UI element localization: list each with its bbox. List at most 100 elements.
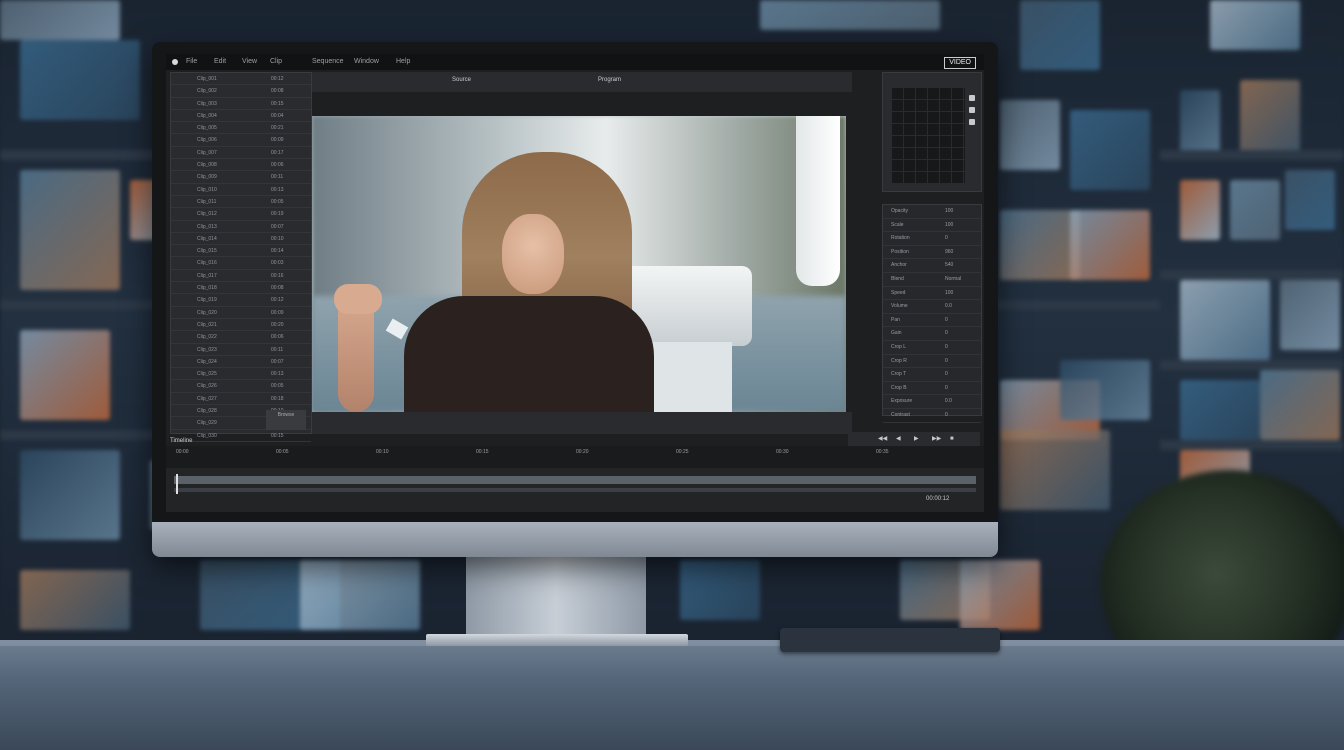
property-row[interactable]: Scale 100 bbox=[883, 219, 981, 233]
property-row[interactable]: Contrast 0 bbox=[883, 409, 981, 423]
property-row[interactable]: Crop T 0 bbox=[883, 368, 981, 382]
media-list-item[interactable]: Clip_023 00:11 bbox=[171, 344, 311, 356]
audio-track[interactable] bbox=[174, 488, 976, 492]
media-item-duration: 00:05 bbox=[271, 383, 284, 390]
property-row[interactable]: Exposure 0.0 bbox=[883, 395, 981, 409]
media-list-item[interactable]: Clip_008 00:06 bbox=[171, 159, 311, 172]
media-list-item[interactable]: Clip_013 00:07 bbox=[171, 221, 311, 233]
property-row[interactable]: Pan 0 bbox=[883, 314, 981, 328]
media-list-item[interactable]: Clip_009 00:11 bbox=[171, 171, 311, 184]
apple-icon[interactable] bbox=[172, 59, 178, 65]
transport-button[interactable]: ◀◀ bbox=[878, 432, 887, 446]
property-value[interactable]: 960 bbox=[945, 249, 953, 255]
menu-item[interactable]: Help bbox=[396, 54, 410, 70]
property-value[interactable]: Normal bbox=[945, 276, 961, 282]
media-list-item[interactable]: Clip_022 00:06 bbox=[171, 331, 311, 344]
media-list-item[interactable]: Clip_015 00:14 bbox=[171, 245, 311, 258]
menu-item[interactable]: Sequence bbox=[312, 54, 344, 70]
property-row[interactable]: Crop L 0 bbox=[883, 341, 981, 355]
source-tab[interactable]: Source bbox=[452, 74, 471, 86]
media-item-duration: 00:06 bbox=[271, 162, 284, 169]
menu-item[interactable]: File bbox=[186, 54, 197, 70]
media-list-item[interactable]: Clip_006 00:09 bbox=[171, 134, 311, 147]
transport-button[interactable]: ◀ bbox=[896, 432, 901, 446]
media-browser-panel: Clip_001 00:12 Clip_002 00:08 Clip_003 00:15 C… bbox=[170, 72, 312, 442]
property-row[interactable]: Blend Normal bbox=[883, 273, 981, 287]
menu-item[interactable]: Edit bbox=[214, 54, 226, 70]
monitor-stand-base bbox=[426, 634, 688, 646]
property-row[interactable]: Crop R 0 bbox=[883, 355, 981, 369]
property-value[interactable]: 100 bbox=[945, 222, 953, 228]
property-value[interactable]: 0 bbox=[945, 371, 948, 377]
property-row[interactable]: Anchor 540 bbox=[883, 259, 981, 273]
property-row[interactable]: Speed 100 bbox=[883, 287, 981, 301]
media-list-item[interactable]: Clip_019 00:12 bbox=[171, 294, 311, 307]
media-list-item[interactable]: Clip_003 00:15 bbox=[171, 98, 311, 110]
media-list-item[interactable]: Clip_025 00:13 bbox=[171, 368, 311, 381]
media-list-item[interactable]: Clip_016 00:03 bbox=[171, 257, 311, 270]
property-row[interactable]: Opacity 100 bbox=[883, 205, 981, 219]
media-list-item[interactable]: Clip_020 00:09 bbox=[171, 307, 311, 319]
property-value[interactable]: 0 bbox=[945, 344, 948, 350]
ruler-tick-label: 00:25 bbox=[676, 449, 689, 455]
media-item-duration: 00:13 bbox=[271, 186, 284, 193]
media-list-item[interactable]: Clip_011 00:05 bbox=[171, 196, 311, 209]
media-list-item[interactable]: Clip_012 00:19 bbox=[171, 208, 311, 221]
background-shelf bbox=[0, 430, 160, 440]
property-row[interactable]: Position 960 bbox=[883, 246, 981, 260]
property-row[interactable]: Crop B 0 bbox=[883, 382, 981, 396]
viewer-header: Source Program bbox=[312, 72, 852, 92]
media-list-item[interactable]: Clip_018 00:08 bbox=[171, 282, 311, 295]
video-track[interactable] bbox=[174, 476, 976, 484]
scope-settings-icon[interactable] bbox=[969, 95, 975, 101]
media-list-item[interactable]: Clip_007 00:17 bbox=[171, 147, 311, 160]
property-row[interactable]: Gain 0 bbox=[883, 327, 981, 341]
background-screen-tile bbox=[1260, 370, 1340, 440]
media-list-item[interactable]: Clip_024 00:07 bbox=[171, 356, 311, 369]
waveform-scope bbox=[891, 87, 965, 183]
media-list-item[interactable]: Clip_002 00:08 bbox=[171, 85, 311, 98]
property-value[interactable]: 0 bbox=[945, 330, 948, 336]
background-screen-tile bbox=[1020, 0, 1100, 70]
program-monitor-viewer[interactable] bbox=[312, 116, 846, 412]
transport-button[interactable]: ▶ bbox=[914, 432, 919, 446]
timecode-display: 00:00:12 bbox=[926, 496, 950, 502]
menu-item[interactable]: Clip bbox=[270, 54, 282, 70]
property-value[interactable]: 0 bbox=[945, 317, 948, 323]
scope-zoom-icon[interactable] bbox=[969, 119, 975, 125]
media-list-item[interactable]: Clip_026 00:05 bbox=[171, 380, 311, 393]
media-list-item[interactable]: Clip_005 00:21 bbox=[171, 122, 311, 135]
program-tab[interactable]: Program bbox=[598, 74, 621, 86]
media-item-name: Clip_022 bbox=[197, 334, 217, 341]
property-value[interactable]: 0 bbox=[945, 235, 948, 241]
menu-item[interactable]: View bbox=[242, 54, 257, 70]
media-list-item[interactable]: Clip_017 00:16 bbox=[171, 270, 311, 283]
media-list-item[interactable]: Clip_001 00:12 bbox=[171, 73, 311, 86]
property-value[interactable]: 0.0 bbox=[945, 398, 952, 404]
property-value[interactable]: 100 bbox=[945, 290, 953, 296]
property-row[interactable]: Volume 0.0 bbox=[883, 300, 981, 314]
property-value[interactable]: 540 bbox=[945, 262, 953, 268]
media-item-name: Clip_024 bbox=[197, 358, 217, 365]
transport-button[interactable]: ▶▶ bbox=[932, 432, 941, 446]
editor-screen: VIDEO File Edit View Clip Sequence Window Help… bbox=[166, 54, 984, 512]
browse-button[interactable]: Browse bbox=[266, 410, 306, 430]
playhead[interactable] bbox=[176, 474, 178, 494]
property-value[interactable]: 0.0 bbox=[945, 303, 952, 309]
media-list-item[interactable]: Clip_004 00:04 bbox=[171, 110, 311, 123]
menu-item[interactable]: Window bbox=[354, 54, 379, 70]
scope-mode-icon[interactable] bbox=[969, 107, 975, 113]
timeline-ruler[interactable]: 00:00 00:05 00:10 00:15 00:20 00:25 00:30 00:35 bbox=[166, 446, 984, 468]
property-value[interactable]: 0 bbox=[945, 412, 948, 418]
property-value[interactable]: 0 bbox=[945, 385, 948, 391]
media-item-name: Clip_023 bbox=[197, 346, 217, 353]
media-list-item[interactable]: Clip_027 00:18 bbox=[171, 393, 311, 406]
background-screen-tile bbox=[960, 560, 1040, 630]
media-list-item[interactable]: Clip_014 00:10 bbox=[171, 233, 311, 246]
media-list-item[interactable]: Clip_010 00:13 bbox=[171, 184, 311, 196]
property-value[interactable]: 0 bbox=[945, 358, 948, 364]
media-list-item[interactable]: Clip_021 00:20 bbox=[171, 319, 311, 332]
property-row[interactable]: Rotation 0 bbox=[883, 232, 981, 246]
property-value[interactable]: 100 bbox=[945, 208, 953, 214]
transport-button[interactable]: ■ bbox=[950, 432, 954, 446]
